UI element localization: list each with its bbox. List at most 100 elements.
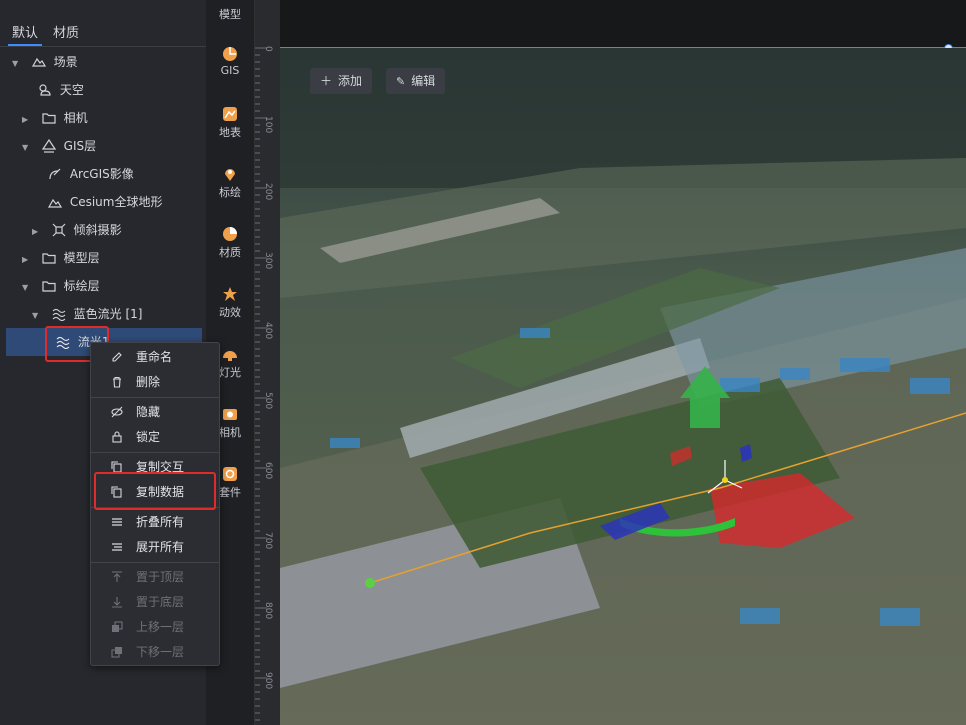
menu-separator [91, 452, 219, 453]
menu-item-label: 下移一层 [136, 645, 185, 659]
nav-effect[interactable]: 动效 [206, 286, 254, 320]
tree-item-label: 模型层 [63, 251, 100, 265]
tree-item-gis-layer[interactable]: ▼ GIS层 [22, 132, 96, 160]
nav-label: GIS [220, 64, 240, 77]
oblique-icon [52, 223, 66, 237]
gis-icon [223, 47, 237, 61]
ruler-label: 600 [263, 462, 273, 480]
tree-item-label: 蓝色流光 [1] [73, 307, 143, 321]
nav-surface[interactable]: 地表 [206, 106, 254, 140]
menu-item-label: 锁定 [136, 430, 161, 444]
menu-item-label: 上移一层 [136, 620, 185, 634]
pencil-icon: ✎ [396, 75, 406, 88]
nav-label: 灯光 [219, 366, 241, 379]
top-dark-strip [280, 0, 966, 53]
ruler-label: 500 [263, 392, 273, 410]
menu-item-label: 置于底层 [136, 595, 185, 609]
folder-icon [42, 281, 56, 292]
menu-item-lock[interactable]: 锁定 [91, 425, 219, 449]
ruler-label: 200 [263, 183, 273, 201]
tree-item-sky[interactable]: 天空 [38, 76, 84, 104]
menu-item-collapse-all[interactable]: 折叠所有 [91, 510, 219, 534]
add-button[interactable]: ＋ 添加 [310, 68, 373, 94]
nav-label: 地表 [219, 126, 241, 139]
effect-icon [223, 287, 237, 301]
tree-item-plot-layer[interactable]: ▼ 标绘层 [22, 272, 100, 300]
tree-item-label: 天空 [59, 83, 84, 97]
kit-icon [223, 467, 237, 481]
map-viewport[interactable]: ＋ 添加 ✎ 编辑 [280, 48, 966, 725]
ruler-label: 300 [263, 252, 273, 270]
tree-item-cesium-terrain[interactable]: Cesium全球地形 [47, 188, 163, 216]
nav-plot[interactable]: 标绘 [206, 166, 254, 200]
collapse-arrow-icon[interactable]: ▶ [22, 106, 32, 134]
ruler-label: 400 [263, 322, 273, 340]
tree-item-blue-flow-group[interactable]: ▼ 蓝色流光 [1] [32, 300, 142, 328]
camera-icon [223, 409, 237, 420]
expand-arrow-icon[interactable]: ▼ [22, 274, 32, 302]
nav-model[interactable]: 模型 [206, 6, 254, 22]
nav-label: 动效 [219, 306, 241, 319]
highlight-box-copy-data [94, 472, 216, 510]
to-bottom-icon [112, 597, 122, 608]
aerial-map-image [280, 48, 966, 725]
nav-material[interactable]: 材质 [206, 226, 254, 260]
menu-item-move-up: 上移一层 [91, 615, 219, 639]
tree-item-label: Cesium全球地形 [69, 195, 163, 209]
tree-item-label: ArcGIS影像 [69, 167, 134, 181]
tree-item-scene[interactable]: ▼ 场景 [12, 48, 78, 76]
tree-item-camera[interactable]: ▶ 相机 [22, 104, 88, 132]
tree-item-label: 相机 [63, 111, 88, 125]
tree-item-model-layer[interactable]: ▶ 模型层 [22, 244, 100, 272]
menu-item-expand-all[interactable]: 展开所有 [91, 535, 219, 559]
menu-item-label: 隐藏 [136, 405, 161, 419]
tree-item-arcgis-imagery[interactable]: ArcGIS影像 [48, 160, 134, 188]
tree-item-label: 场景 [53, 55, 78, 69]
expand-arrow-icon[interactable]: ▼ [32, 302, 42, 330]
lock-icon [112, 431, 122, 443]
material-icon [223, 227, 237, 241]
collapse-icon [112, 518, 122, 526]
eye-off-icon [111, 406, 123, 418]
menu-item-rename[interactable]: 重命名 [91, 345, 219, 369]
tree-item-oblique-photo[interactable]: ▶ 倾斜摄影 [32, 216, 122, 244]
surface-icon [223, 107, 237, 121]
edit-label: 编辑 [411, 74, 436, 88]
terrain-icon [47, 198, 63, 208]
add-label: 添加 [338, 74, 363, 88]
satellite-icon [49, 168, 61, 180]
menu-item-label: 置于顶层 [136, 570, 185, 584]
menu-separator [91, 562, 219, 563]
panel-tabs: 默认 材质 [0, 0, 206, 47]
sky-icon [39, 84, 51, 96]
tab-material[interactable]: 材质 [53, 22, 79, 41]
collapse-arrow-icon[interactable]: ▶ [22, 246, 32, 274]
menu-item-bring-to-top: 置于顶层 [91, 565, 219, 589]
menu-item-send-to-bottom: 置于底层 [91, 590, 219, 614]
move-up-icon [112, 621, 123, 632]
ruler-label: 100 [263, 116, 273, 134]
nav-label: 标绘 [219, 186, 241, 199]
menu-item-hide[interactable]: 隐藏 [91, 400, 219, 424]
expand-icon [112, 543, 122, 551]
to-top-icon [112, 571, 122, 582]
nav-label: 套件 [219, 486, 241, 499]
expand-arrow-icon[interactable]: ▼ [12, 50, 22, 78]
menu-item-delete[interactable]: 删除 [91, 370, 219, 394]
nav-gis[interactable]: GIS [206, 46, 254, 77]
collapse-arrow-icon[interactable]: ▶ [32, 218, 42, 246]
light-icon [223, 351, 237, 361]
gis-layer-icon [41, 138, 56, 153]
active-tab-indicator [8, 44, 42, 46]
menu-item-label: 重命名 [136, 350, 173, 364]
expand-arrow-icon[interactable]: ▼ [22, 134, 32, 162]
trash-icon [113, 376, 121, 388]
ruler-label: 900 [263, 672, 273, 690]
tab-default[interactable]: 默认 [12, 22, 38, 41]
pencil-icon [112, 352, 122, 362]
ruler-label: 0 [263, 46, 273, 52]
edit-button[interactable]: ✎ 编辑 [386, 68, 446, 94]
tree-item-label: 倾斜摄影 [73, 223, 122, 237]
menu-separator [91, 397, 219, 398]
move-down-icon [111, 647, 122, 658]
